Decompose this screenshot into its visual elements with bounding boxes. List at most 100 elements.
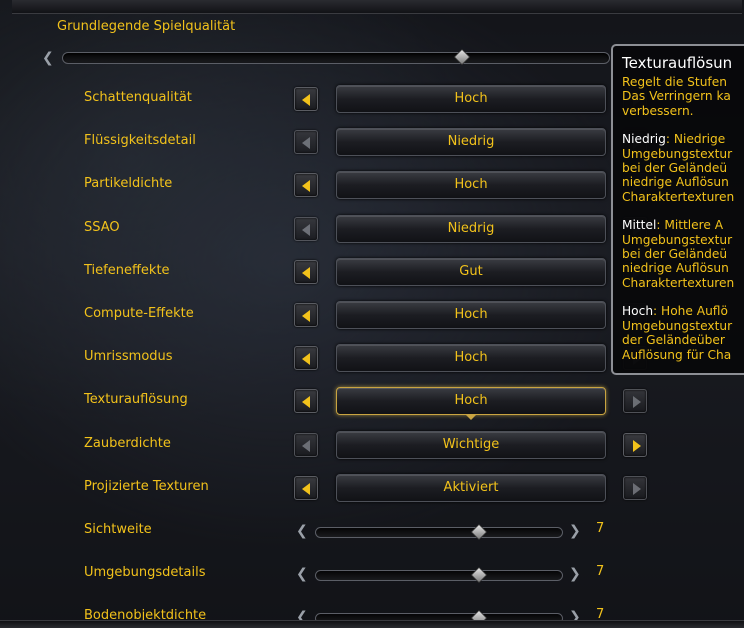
tooltip-sections: Niedrig: Niedrige Umgebungstextur bei der …: [622, 118, 744, 362]
window-frame-bottom: [0, 620, 744, 628]
tooltip-term-desc: : Hohe Auflö: [653, 304, 728, 319]
dropdown-caret-icon: [465, 414, 477, 420]
tooltip-intro: Regelt die Stufen Das Verringern ka verbes…: [622, 75, 744, 118]
previous-option-button[interactable]: [294, 303, 318, 327]
tooltip-intro-line: Das Verringern ka: [622, 89, 731, 104]
previous-option-button[interactable]: [294, 389, 318, 413]
setting-label: Flüssigkeitsdetail: [84, 133, 196, 148]
setting-row-texturauflosung: Texturauflösung Hoch: [0, 385, 744, 420]
previous-option-button[interactable]: [294, 130, 318, 154]
next-option-button[interactable]: [623, 389, 647, 413]
setting-label: Texturauflösung: [84, 392, 188, 407]
previous-option-button[interactable]: [294, 217, 318, 241]
tooltip-section-line: Auflösung für Cha: [622, 347, 732, 362]
tooltip-section-line: Umgebungstextur: [622, 318, 733, 333]
tooltip-gap: [622, 290, 744, 304]
tooltip-section-line: der Geländeüber: [622, 333, 725, 348]
previous-option-button[interactable]: [294, 346, 318, 370]
tooltip-section-line: Charaktertexturen: [622, 189, 735, 204]
setting-row-zauberdichte: Zauberdichte Wichtige: [0, 429, 744, 463]
slider-decrease-icon[interactable]: ❮: [296, 566, 308, 582]
master-quality-slider-track[interactable]: [62, 52, 610, 64]
tooltip-section-line: Charaktertexturen: [622, 275, 735, 290]
slider-track[interactable]: [315, 570, 563, 581]
tooltip-section-line: niedrige Auflösun: [622, 261, 729, 276]
arrow-right-icon: [633, 483, 641, 495]
previous-option-button[interactable]: [294, 87, 318, 111]
setting-label: Umrissmodus: [84, 349, 173, 364]
previous-option-button[interactable]: [294, 173, 318, 197]
setting-label: Schattenqualität: [84, 90, 192, 105]
tooltip-intro-line: verbessern.: [622, 103, 694, 118]
tooltip-term: Niedrig: [622, 132, 666, 147]
arrow-left-icon: [302, 94, 310, 106]
arrow-left-icon: [302, 267, 310, 279]
setting-label: Tiefeneffekte: [84, 263, 170, 278]
slider-track[interactable]: [315, 527, 563, 538]
section-title: Grundlegende Spielqualität: [57, 19, 236, 34]
option-dropdown-zauberdichte[interactable]: Wichtige: [336, 431, 606, 459]
dropdown-value: Hoch: [454, 91, 488, 106]
arrow-left-icon: [302, 224, 310, 236]
arrow-right-icon: [633, 440, 641, 452]
option-dropdown-tiefeneffekte[interactable]: Gut: [336, 258, 606, 286]
arrow-left-icon: [302, 310, 310, 322]
option-dropdown-ssao[interactable]: Niedrig: [336, 215, 606, 243]
arrow-left-icon: [302, 440, 310, 452]
setting-label: Compute-Effekte: [84, 306, 194, 321]
tooltip-section: Niedrig: Niedrige Umgebungstextur bei der …: [622, 132, 744, 204]
setting-row-sichtweite: Sichtweite ❮ ❯ 7: [0, 515, 744, 549]
dropdown-value: Niedrig: [447, 221, 495, 236]
tooltip-term-desc: : Niedrige: [665, 132, 726, 147]
option-dropdown-schattenqualitat[interactable]: Hoch: [336, 85, 606, 113]
tooltip: Texturauflösun Regelt die Stufen Das Verr…: [611, 44, 744, 375]
slider-value: 7: [596, 564, 605, 579]
option-dropdown-projizierte-texturen[interactable]: Aktiviert: [336, 474, 606, 502]
tooltip-term: Hoch: [622, 304, 654, 319]
next-option-button[interactable]: [623, 433, 647, 457]
previous-option-button[interactable]: [294, 260, 318, 284]
arrow-left-icon: [302, 353, 310, 365]
setting-label: Umgebungsdetails: [84, 565, 206, 580]
dropdown-value: Hoch: [454, 393, 488, 408]
tooltip-section: Hoch: Hohe Auflö Umgebungstextur der Gelän…: [622, 304, 744, 362]
setting-label: Zauberdichte: [84, 436, 171, 451]
dropdown-value: Gut: [459, 264, 483, 279]
arrow-left-icon: [302, 180, 310, 192]
setting-row-umgebungsdetails: Umgebungsdetails ❮ ❯ 7: [0, 558, 744, 592]
previous-option-button[interactable]: [294, 476, 318, 500]
slider-value: 7: [596, 521, 605, 536]
previous-option-button[interactable]: [294, 433, 318, 457]
option-dropdown-compute-effekte[interactable]: Hoch: [336, 301, 606, 329]
tooltip-title: Texturauflösun: [622, 54, 733, 72]
slider-decrease-icon[interactable]: ❮: [296, 523, 308, 539]
tooltip-term-desc: : Mittlere A: [656, 218, 724, 233]
option-dropdown-partikeldichte[interactable]: Hoch: [336, 171, 606, 199]
tooltip-intro-line: Regelt die Stufen: [622, 75, 727, 89]
dropdown-value: Hoch: [454, 177, 488, 192]
next-option-button[interactable]: [623, 476, 647, 500]
tooltip-gap: [622, 204, 744, 218]
master-slider-left-arrow-icon[interactable]: ❮: [42, 50, 54, 66]
dropdown-value: Wichtige: [442, 437, 500, 452]
dropdown-value: Hoch: [454, 350, 488, 365]
window-frame-top: [12, 0, 742, 14]
option-dropdown-flussigkeitsdetail[interactable]: Niedrig: [336, 128, 606, 156]
setting-label: SSAO: [84, 220, 120, 235]
arrow-right-icon: [633, 396, 641, 408]
slider-increase-icon[interactable]: ❯: [569, 566, 581, 582]
arrow-left-icon: [302, 137, 310, 149]
tooltip-section-line: Hoch: Hohe Auflö: [622, 304, 744, 318]
option-dropdown-texturauflosung[interactable]: Hoch: [336, 387, 606, 420]
setting-row-projizierte-texturen: Projizierte Texturen Aktiviert: [0, 472, 744, 506]
tooltip-section-line: Umgebungstextur: [622, 146, 733, 161]
tooltip-section-line: Niedrig: Niedrige: [622, 132, 744, 146]
tooltip-section-line: Umgebungstextur: [622, 232, 733, 247]
dropdown-value: Aktiviert: [443, 480, 499, 495]
option-dropdown-umrissmodus[interactable]: Hoch: [336, 344, 606, 372]
arrow-left-icon: [302, 396, 310, 408]
dropdown-value: Hoch: [454, 307, 488, 322]
setting-label: Partikeldichte: [84, 176, 173, 191]
dropdown-value: Niedrig: [447, 134, 495, 149]
slider-increase-icon[interactable]: ❯: [569, 523, 581, 539]
